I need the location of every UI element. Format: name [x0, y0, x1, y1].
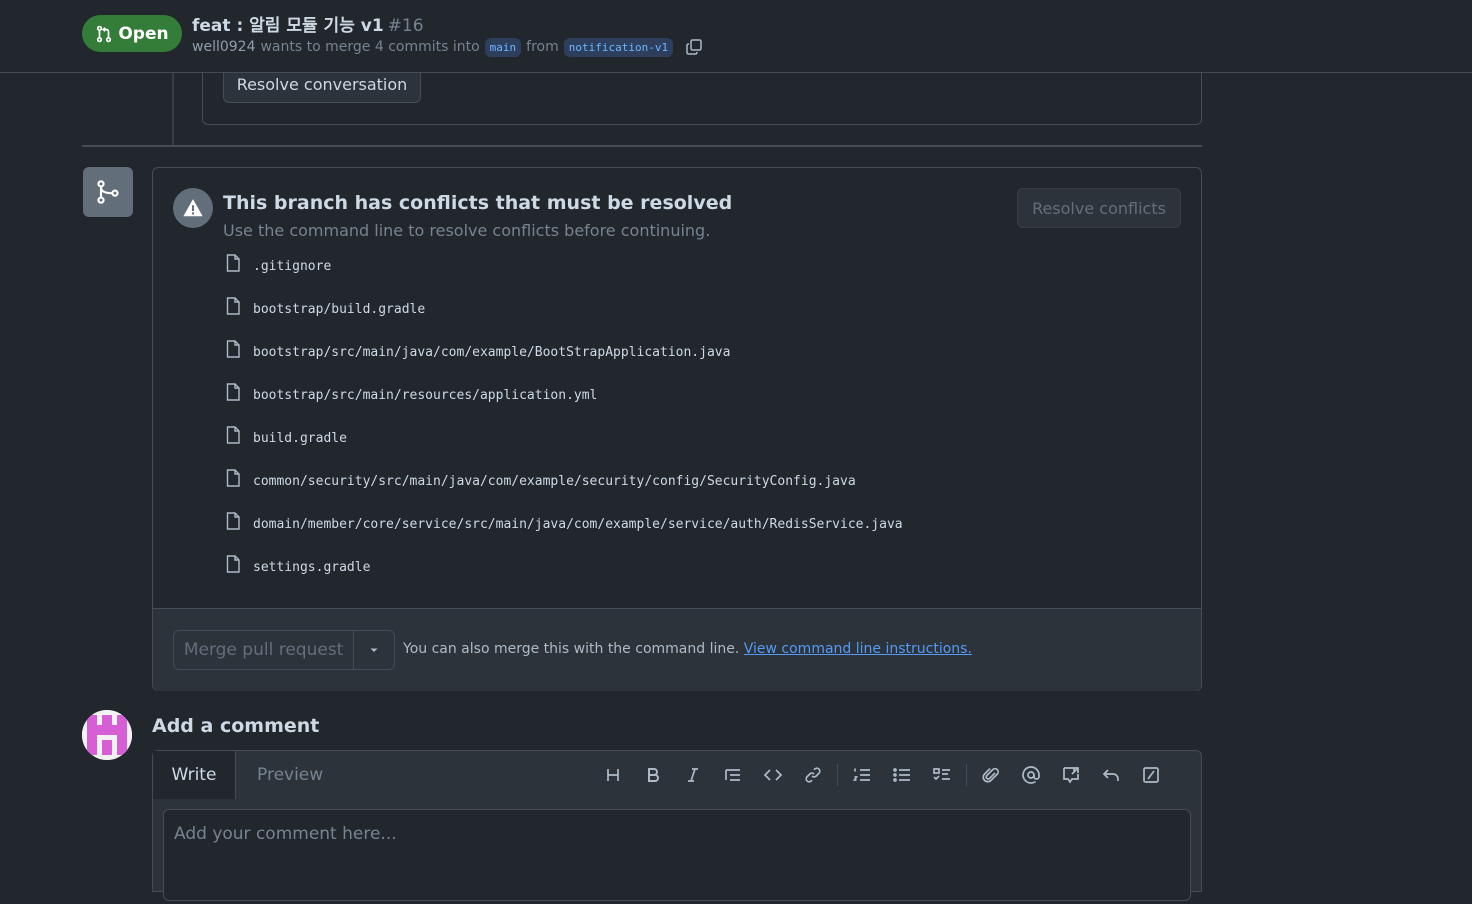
pr-merge-text: wants to merge 4 commits into	[260, 39, 480, 55]
command-line-instructions-link[interactable]: View command line instructions.	[744, 641, 972, 657]
pr-title-text: feat : 알림 모듈 기능 v1	[192, 16, 384, 36]
timeline-line	[172, 72, 174, 146]
file-icon	[226, 469, 240, 487]
file-path: .gitignore	[253, 259, 332, 274]
comment-box: Write Preview	[152, 750, 1202, 901]
conflicting-files-list: .gitignore bootstrap/build.gradle bootst…	[223, 252, 903, 596]
conflict-description: Use the command line to resolve conflict…	[223, 221, 711, 240]
reference-icon[interactable]	[1051, 763, 1091, 787]
conflicting-file: bootstrap/build.gradle	[223, 295, 903, 338]
merge-pull-request-button[interactable]: Merge pull request	[174, 631, 355, 669]
conflicting-file: common/security/src/main/java/com/exampl…	[223, 467, 903, 510]
conflicting-file: bootstrap/src/main/resources/application…	[223, 381, 903, 424]
toolbar-divider	[837, 764, 838, 786]
quote-icon[interactable]	[713, 763, 753, 787]
file-path: bootstrap/build.gradle	[253, 302, 426, 317]
resolve-conflicts-button[interactable]: Resolve conflicts	[1017, 188, 1181, 228]
bold-icon[interactable]	[633, 763, 673, 787]
triangle-down-icon	[370, 648, 378, 652]
code-icon[interactable]	[753, 763, 793, 787]
pr-meta: well0924 wants to merge 4 commits into m…	[192, 37, 704, 57]
pr-title: feat : 알림 모듈 기능 v1 #16	[192, 11, 424, 36]
link-icon[interactable]	[793, 763, 833, 787]
file-path: settings.gradle	[253, 560, 371, 575]
add-comment-title: Add a comment	[152, 715, 320, 737]
pr-state-badge: Open	[82, 15, 182, 52]
alert-icon	[173, 188, 213, 228]
conflict-title: This branch has conflicts that must be r…	[223, 192, 733, 214]
comment-editor[interactable]	[163, 809, 1191, 901]
conflicting-file: .gitignore	[223, 252, 903, 295]
file-path: bootstrap/src/main/resources/application…	[253, 388, 598, 403]
mention-icon[interactable]	[1011, 763, 1051, 787]
merge-hint-text: You can also merge this with the command…	[403, 641, 740, 657]
conflicting-file: domain/member/core/service/src/main/java…	[223, 510, 903, 553]
merge-button-group: Merge pull request	[173, 630, 395, 670]
file-icon	[226, 512, 240, 530]
git-merge-icon	[83, 167, 133, 217]
comment-textarea[interactable]	[164, 810, 1190, 900]
file-path: bootstrap/src/main/java/com/example/Boot…	[253, 345, 731, 360]
merge-footer: Merge pull request You can also merge th…	[153, 608, 1201, 691]
italic-icon[interactable]	[673, 763, 713, 787]
merge-method-dropdown[interactable]	[354, 631, 394, 669]
heading-icon[interactable]	[593, 763, 633, 787]
file-icon	[226, 555, 240, 573]
file-icon	[226, 383, 240, 401]
saved-reply-icon[interactable]	[1091, 763, 1131, 787]
file-icon	[226, 340, 240, 358]
conflicting-file: build.gradle	[223, 424, 903, 467]
pr-state-label: Open	[118, 23, 169, 44]
ordered-list-icon[interactable]	[842, 763, 882, 787]
file-icon	[226, 254, 240, 272]
task-list-icon[interactable]	[922, 763, 962, 787]
merge-hint: You can also merge this with the command…	[403, 641, 972, 657]
tab-write[interactable]: Write	[153, 751, 236, 799]
markdown-toolbar	[593, 763, 1171, 787]
file-path: build.gradle	[253, 431, 347, 446]
toolbar-divider	[966, 764, 967, 786]
file-icon	[226, 297, 240, 315]
tab-preview[interactable]: Preview	[257, 765, 323, 785]
conflicting-file: settings.gradle	[223, 553, 903, 596]
avatar[interactable]	[82, 710, 132, 760]
conflicting-file: bootstrap/src/main/java/com/example/Boot…	[223, 338, 903, 381]
git-pull-request-icon	[97, 25, 112, 42]
base-branch-tag[interactable]: main	[484, 37, 522, 57]
unordered-list-icon[interactable]	[882, 763, 922, 787]
slash-command-icon[interactable]	[1131, 763, 1171, 787]
file-path: common/security/src/main/java/com/exampl…	[253, 474, 856, 489]
head-branch-tag[interactable]: notification-v1	[563, 37, 674, 57]
pr-from-text: from	[526, 39, 559, 55]
pr-author[interactable]: well0924	[192, 39, 255, 55]
copy-icon[interactable]	[684, 37, 704, 57]
attach-icon[interactable]	[971, 763, 1011, 787]
pr-sticky-header: Open feat : 알림 모듈 기능 v1 #16 well0924 want…	[0, 0, 1472, 73]
timeline-separator	[82, 145, 1202, 147]
pr-number: #16	[387, 16, 424, 36]
merge-box: This branch has conflicts that must be r…	[152, 167, 1202, 691]
file-path: domain/member/core/service/src/main/java…	[253, 517, 903, 532]
file-icon	[226, 426, 240, 444]
